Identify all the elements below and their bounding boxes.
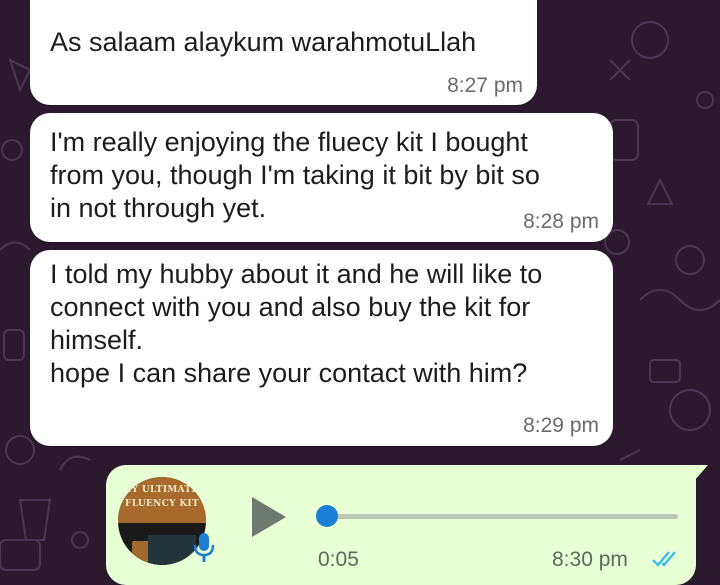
message-text: I told my hubby about it and he will lik…: [50, 259, 543, 388]
incoming-message[interactable]: I'm really enjoying the fluecy kit I bou…: [30, 113, 613, 242]
avatar-logo-text-line2: FLUENCY KIT: [125, 499, 199, 509]
message-timestamp: 8:27 pm: [447, 74, 523, 97]
outgoing-bubble-tail: [694, 465, 708, 481]
avatar-board-graphic: [148, 535, 196, 565]
mic-icon: [193, 533, 215, 562]
message-timestamp: 8:28 pm: [523, 210, 599, 233]
incoming-message[interactable]: I told my hubby about it and he will lik…: [30, 250, 613, 446]
voice-note-duration: 0:05: [318, 548, 359, 571]
message-timestamp: 8:30 pm: [552, 548, 628, 571]
playback-progress-track[interactable]: [322, 514, 678, 519]
outgoing-voice-note[interactable]: MY ULTIMATE FLUENCY KIT 0:05 8:30 pm: [106, 465, 696, 585]
incoming-message[interactable]: As salaam alaykum warahmotuLlah 8:27 pm: [30, 0, 537, 105]
playback-progress-knob[interactable]: [316, 505, 338, 527]
message-timestamp: 8:29 pm: [523, 414, 599, 437]
double-check-icon: [652, 551, 676, 567]
play-icon[interactable]: [248, 495, 288, 539]
avatar-logo-text-line1: MY ULTIMATE: [121, 485, 199, 495]
message-text: As salaam alaykum warahmotuLlah: [50, 27, 477, 57]
